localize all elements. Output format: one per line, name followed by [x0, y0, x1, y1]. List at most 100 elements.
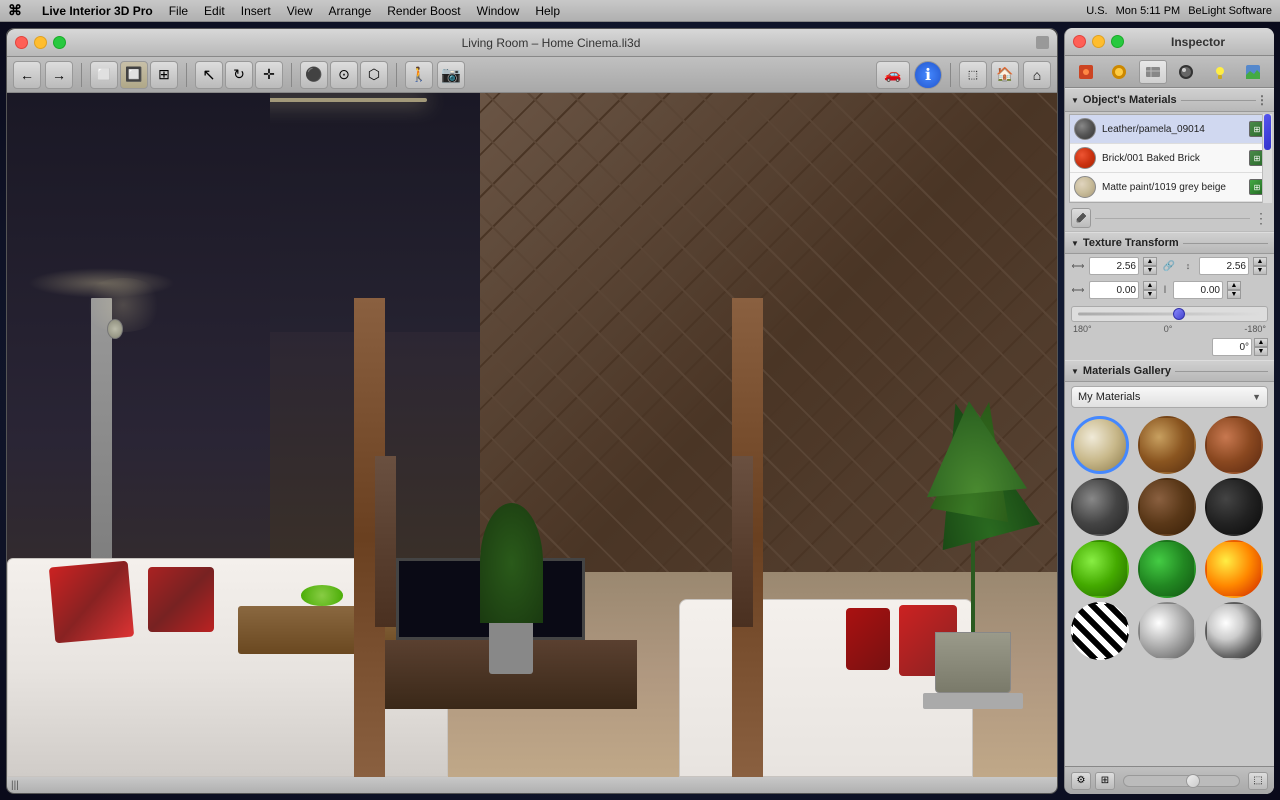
rotate-tool[interactable]: ↻ — [225, 61, 253, 89]
scale-y-input[interactable]: 2.56 — [1199, 257, 1249, 275]
menu-edit[interactable]: Edit — [204, 4, 225, 18]
rotation-value-input[interactable]: 0° — [1212, 338, 1252, 356]
rotation-stepper[interactable]: ▲ ▼ — [1254, 338, 1268, 356]
scale-y-up[interactable]: ▲ — [1253, 257, 1267, 266]
offset-y-stepper[interactable]: ▲ ▼ — [1227, 281, 1241, 299]
eyedropper-tool[interactable] — [1071, 208, 1091, 228]
circle-tool[interactable]: ⚫ — [300, 61, 328, 89]
offset-y-input[interactable]: 0.00 — [1173, 281, 1223, 299]
menu-help[interactable]: Help — [535, 4, 560, 18]
plant-leaves-container — [910, 401, 1036, 632]
offset-y-up[interactable]: ▲ — [1227, 281, 1241, 290]
forward-button[interactable]: → — [45, 61, 73, 89]
material-item-matte[interactable]: Matte paint/1019 grey beige ⊞ — [1070, 173, 1269, 202]
3d-view-button[interactable]: 🔲 — [120, 61, 148, 89]
floor-plan-button[interactable]: ⬜ — [90, 61, 118, 89]
tab-lighting[interactable] — [1206, 60, 1234, 84]
inspector-minimize[interactable] — [1092, 35, 1105, 48]
rotation-up[interactable]: ▲ — [1254, 338, 1268, 347]
menu-file[interactable]: File — [169, 4, 188, 18]
rotation-slider-container[interactable] — [1071, 306, 1268, 322]
inspector-view-btn[interactable]: ⬚ — [1248, 772, 1268, 790]
gallery-ball-wood-dark[interactable] — [1138, 478, 1196, 536]
torus-tool[interactable]: ⊙ — [330, 61, 358, 89]
menu-render[interactable]: Render Boost — [387, 4, 460, 18]
tab-properties[interactable] — [1072, 60, 1100, 84]
gallery-ball-metal-dark[interactable] — [1071, 478, 1129, 536]
window-resize-handle[interactable] — [1036, 36, 1049, 49]
gallery-ball-spots[interactable] — [1138, 602, 1196, 660]
menu-window[interactable]: Window — [477, 4, 520, 18]
material-item-brick[interactable]: Brick/001 Baked Brick ⊞ — [1070, 144, 1269, 173]
gallery-ball-brick[interactable] — [1205, 416, 1263, 474]
offset-y-down[interactable]: ▼ — [1227, 290, 1241, 299]
tab-render[interactable] — [1172, 60, 1200, 84]
tab-materials[interactable] — [1139, 60, 1167, 84]
gallery-dropdown[interactable]: My Materials ▼ — [1071, 386, 1268, 408]
scale-x-input[interactable]: 2.56 — [1089, 257, 1139, 275]
rect-tool[interactable]: ⬡ — [360, 61, 388, 89]
move-tool[interactable]: ✛ — [255, 61, 283, 89]
gallery-ball-cream[interactable] — [1071, 416, 1129, 474]
home-view-button[interactable]: 🏠 — [991, 61, 1019, 89]
offset-x-down[interactable]: ▼ — [1143, 290, 1157, 299]
rotation-row: 180° 0° -180° — [1065, 302, 1274, 338]
gallery-ball-zebra[interactable] — [1071, 602, 1129, 660]
split-view-button[interactable]: ⊞ — [150, 61, 178, 89]
plant-small — [480, 503, 543, 674]
tab-object[interactable] — [1105, 60, 1133, 84]
scale-x-up[interactable]: ▲ — [1143, 257, 1157, 266]
3d-navigate-button[interactable]: 🚗 — [876, 61, 910, 89]
select-tool[interactable]: ↖ — [195, 61, 223, 89]
offset-x-up[interactable]: ▲ — [1143, 281, 1157, 290]
render-button[interactable]: ⬚ — [959, 61, 987, 89]
rotation-thumb[interactable] — [1173, 308, 1185, 320]
maximize-button[interactable] — [53, 36, 66, 49]
perspective-button[interactable]: ⌂ — [1023, 61, 1051, 89]
gallery-ball-black[interactable] — [1205, 478, 1263, 536]
gallery-ball-green[interactable] — [1071, 540, 1129, 598]
menu-view[interactable]: View — [287, 4, 313, 18]
gallery-ball-wood[interactable] — [1138, 416, 1196, 474]
back-button[interactable]: ← — [13, 61, 41, 89]
tab-scene[interactable] — [1239, 60, 1267, 84]
inspector-close[interactable] — [1073, 35, 1086, 48]
gallery-ball-fire[interactable] — [1205, 540, 1263, 598]
scale-y-stepper[interactable]: ▲ ▼ — [1253, 257, 1267, 275]
pillow-red-1 — [49, 561, 134, 644]
scale-x-down[interactable]: ▼ — [1143, 266, 1157, 275]
section-materials-gallery[interactable]: ▼ Materials Gallery — [1065, 360, 1274, 382]
inspector-zoom-slider[interactable] — [1123, 775, 1240, 787]
apple-menu[interactable]: ⌘ — [8, 2, 22, 19]
inspector-action-btn[interactable]: ⊞ — [1095, 772, 1115, 790]
fruit-bowl — [301, 585, 343, 606]
scale-x-stepper[interactable]: ▲ ▼ — [1143, 257, 1157, 275]
walk-tool[interactable]: 🚶 — [405, 61, 433, 89]
gallery-ball-green2[interactable] — [1138, 540, 1196, 598]
rotation-down[interactable]: ▼ — [1254, 347, 1268, 356]
close-button[interactable] — [15, 36, 28, 49]
menu-insert[interactable]: Insert — [241, 4, 271, 18]
menubar-time: Mon 5:11 PM — [1116, 5, 1181, 17]
inspector-settings-btn[interactable]: ⚙ — [1071, 772, 1091, 790]
offset-x-stepper[interactable]: ▲ ▼ — [1143, 281, 1157, 299]
menu-app[interactable]: Live Interior 3D Pro — [42, 4, 153, 18]
inspector-zoom-thumb[interactable] — [1186, 774, 1200, 788]
minimize-button[interactable] — [34, 36, 47, 49]
section-texture-transform[interactable]: ▼ Texture Transform — [1065, 232, 1274, 254]
viewport-scrollbar[interactable]: ||| — [7, 777, 1057, 793]
link-icon[interactable]: 🔗 — [1161, 258, 1177, 274]
material-item-leather[interactable]: Leather/pamela_09014 ⊞ — [1070, 115, 1269, 144]
section-triangle-materials: ▼ — [1071, 96, 1079, 105]
viewport[interactable] — [7, 93, 1057, 777]
camera-button[interactable]: 📷 — [437, 61, 465, 89]
materials-scrollbar[interactable] — [1262, 114, 1272, 203]
section-objects-materials[interactable]: ▼ Object's Materials ⋮ — [1065, 88, 1274, 112]
info-button[interactable]: ℹ — [914, 61, 942, 89]
offset-x-input[interactable]: 0.00 — [1089, 281, 1139, 299]
gallery-ball-chrome[interactable] — [1205, 602, 1263, 660]
inspector-maximize[interactable] — [1111, 35, 1124, 48]
menu-arrange[interactable]: Arrange — [329, 4, 372, 18]
scale-y-down[interactable]: ▼ — [1253, 266, 1267, 275]
pillow-red-2 — [148, 567, 214, 632]
